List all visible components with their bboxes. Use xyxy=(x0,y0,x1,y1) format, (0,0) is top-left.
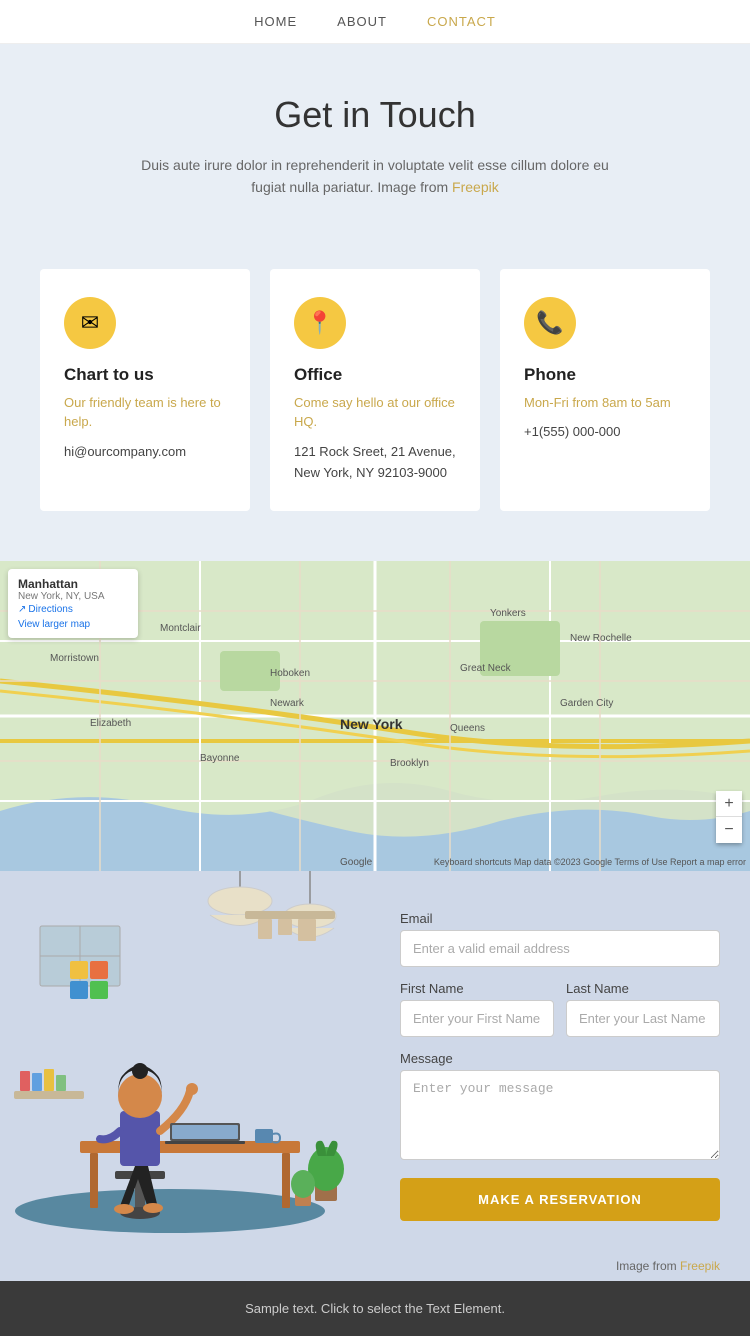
svg-text:Great Neck: Great Neck xyxy=(460,663,512,674)
last-name-group: Last Name xyxy=(566,981,720,1037)
svg-text:Queens: Queens xyxy=(450,723,485,734)
map-zoom-controls: + − xyxy=(716,791,742,843)
hero-section: Get in Touch Duis aute irure dolor in re… xyxy=(0,44,750,239)
svg-text:Brooklyn: Brooklyn xyxy=(390,758,429,769)
svg-text:Yonkers: Yonkers xyxy=(490,608,526,619)
map-section: New York Morristown Montclair Hoboken Ne… xyxy=(0,561,750,871)
card-subtitle: Our friendly team is here to help. xyxy=(64,393,226,432)
email-input[interactable] xyxy=(400,930,720,967)
name-row: First Name Last Name xyxy=(400,981,720,1037)
cards-section: ✉ Chart to us Our friendly team is here … xyxy=(0,239,750,562)
svg-text:Google: Google xyxy=(340,857,373,868)
last-name-label: Last Name xyxy=(566,981,720,996)
card-chat: ✉ Chart to us Our friendly team is here … xyxy=(40,269,250,512)
directions-button[interactable]: ↗ Directions xyxy=(18,604,73,615)
hero-description: Duis aute irure dolor in reprehenderit i… xyxy=(135,154,615,199)
first-name-input[interactable] xyxy=(400,1000,554,1037)
chat-icon: ✉ xyxy=(64,297,116,349)
svg-text:Newark: Newark xyxy=(270,698,305,709)
card-detail: 121 Rock Sreet, 21 Avenue,New York, NY 9… xyxy=(294,442,456,484)
last-name-input[interactable] xyxy=(566,1000,720,1037)
first-name-group: First Name xyxy=(400,981,554,1037)
nav-home[interactable]: HOME xyxy=(254,14,297,29)
form-illustration xyxy=(0,871,380,1251)
directions-icon: ↗ xyxy=(18,604,26,615)
svg-text:Garden City: Garden City xyxy=(560,698,613,709)
map-placeholder: New York Morristown Montclair Hoboken Ne… xyxy=(0,561,750,871)
image-credit: Image from Freepik xyxy=(0,1251,750,1281)
card-subtitle: Mon-Fri from 8am to 5am xyxy=(524,393,686,413)
zoom-in-button[interactable]: + xyxy=(716,791,742,817)
freepik-link[interactable]: Freepik xyxy=(452,179,499,195)
cards-row: ✉ Chart to us Our friendly team is here … xyxy=(40,269,710,512)
svg-text:Elizabeth: Elizabeth xyxy=(90,718,131,729)
card-subtitle: Come say hello at our office HQ. xyxy=(294,393,456,432)
svg-text:New York: New York xyxy=(340,716,403,732)
svg-text:New Rochelle: New Rochelle xyxy=(570,633,632,644)
footer: Sample text. Click to select the Text El… xyxy=(0,1281,750,1336)
svg-text:Hoboken: Hoboken xyxy=(270,668,310,679)
phone-icon: 📞 xyxy=(524,297,576,349)
larger-map-link[interactable]: View larger map xyxy=(18,619,128,630)
card-phone: 📞 Phone Mon-Fri from 8am to 5am +1(555) … xyxy=(500,269,710,512)
first-name-label: First Name xyxy=(400,981,554,996)
svg-text:Montclair: Montclair xyxy=(160,623,201,634)
card-detail: hi@ourcompany.com xyxy=(64,442,226,463)
svg-text:Bayonne: Bayonne xyxy=(200,753,240,764)
zoom-out-button[interactable]: − xyxy=(716,817,742,843)
map-location-sub: New York, NY, USA xyxy=(18,591,128,602)
nav-about[interactable]: ABOUT xyxy=(337,14,387,29)
email-label: Email xyxy=(400,911,720,926)
illustration-svg xyxy=(0,871,380,1241)
svg-text:Morristown: Morristown xyxy=(50,653,99,664)
card-title: Phone xyxy=(524,365,686,385)
submit-button[interactable]: MAKE A RESERVATION xyxy=(400,1178,720,1221)
message-textarea[interactable] xyxy=(400,1070,720,1160)
message-group: Message xyxy=(400,1051,720,1160)
card-office: 📍 Office Come say hello at our office HQ… xyxy=(270,269,480,512)
email-group: Email xyxy=(400,911,720,967)
card-title: Chart to us xyxy=(64,365,226,385)
footer-text: Sample text. Click to select the Text El… xyxy=(245,1301,505,1316)
map-location-title: Manhattan xyxy=(18,577,128,591)
location-icon: 📍 xyxy=(294,297,346,349)
navigation: HOME ABOUT CONTACT xyxy=(0,0,750,44)
map-attribution: Keyboard shortcuts Map data ©2023 Google… xyxy=(434,857,746,867)
card-detail: +1(555) 000-000 xyxy=(524,422,686,443)
map-popup: Manhattan New York, NY, USA ↗ Directions… xyxy=(8,569,138,638)
form-right: Email First Name Last Name Message MAKE … xyxy=(380,871,750,1251)
card-title: Office xyxy=(294,365,456,385)
freepik-link-form[interactable]: Freepik xyxy=(680,1259,720,1273)
form-section: Email First Name Last Name Message MAKE … xyxy=(0,871,750,1251)
message-label: Message xyxy=(400,1051,720,1066)
nav-contact[interactable]: CONTACT xyxy=(427,14,496,29)
page-title: Get in Touch xyxy=(40,94,710,136)
